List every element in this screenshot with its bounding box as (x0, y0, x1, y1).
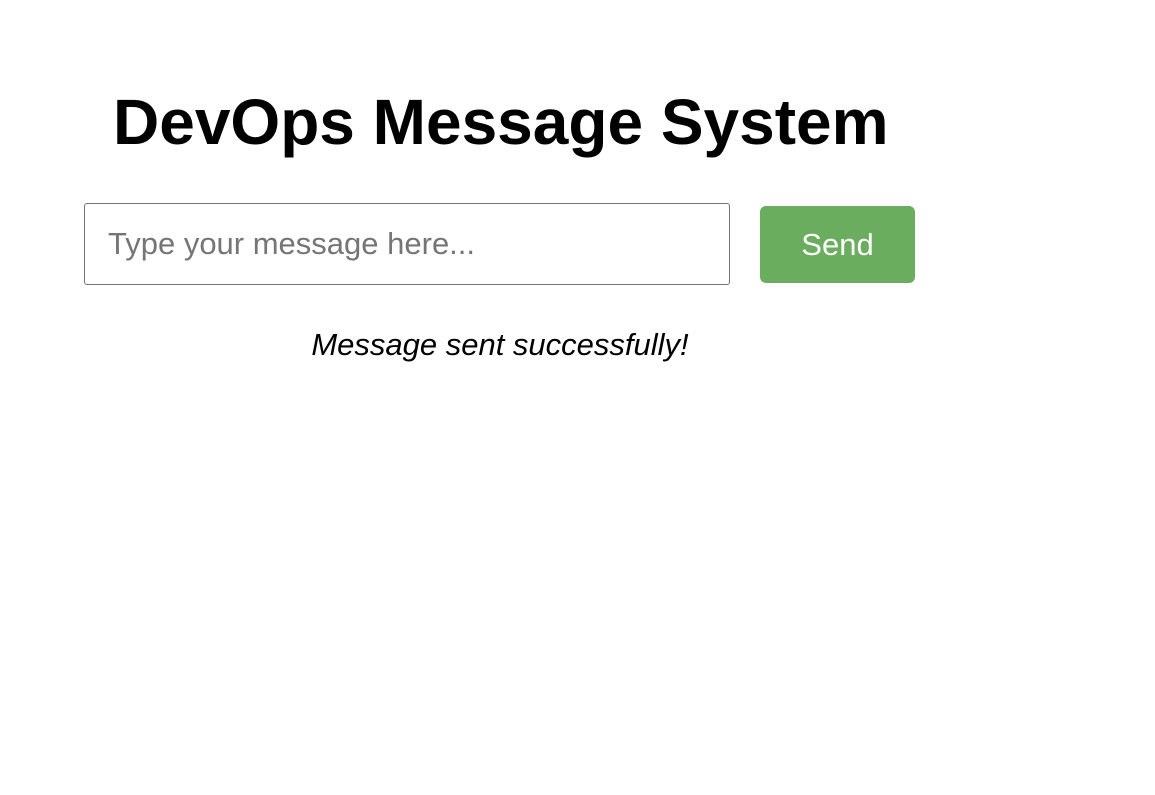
page-title: DevOps Message System (113, 86, 889, 158)
app-root: DevOps Message System Send Message sent … (0, 0, 1155, 795)
message-input[interactable] (84, 203, 730, 285)
send-button[interactable]: Send (760, 206, 915, 283)
status-message: Message sent successfully! (311, 327, 689, 362)
